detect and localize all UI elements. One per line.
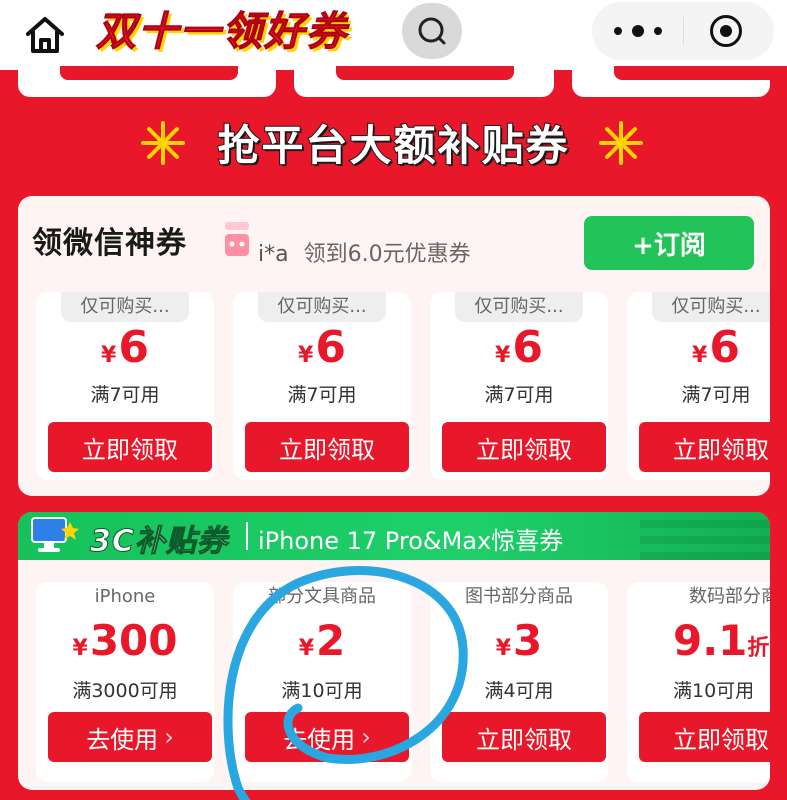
- coupon-condition: 满7可用: [90, 384, 160, 406]
- coupon-card: 仅可购买... ¥6 满7可用 立即领取: [36, 292, 214, 480]
- notice-prefix: 领到: [303, 242, 348, 267]
- avatar-icon: [225, 222, 249, 256]
- coupon-card: iPhone ¥300 满3000可用 去使用 ›: [36, 582, 214, 782]
- use-button[interactable]: 去使用 ›: [245, 712, 409, 762]
- banner-divider: [246, 522, 248, 550]
- amount-value: 9.1: [673, 616, 748, 665]
- coupon-amount: ¥2: [233, 616, 411, 665]
- amount-value: 6: [118, 322, 149, 373]
- subscribe-button[interactable]: +订阅: [584, 216, 754, 270]
- coupon-scope-tag: 仅可购买...: [455, 292, 583, 322]
- more-icon[interactable]: [614, 23, 662, 39]
- coupon-card: 图书部分商品 ¥3 满4可用 立即领取: [430, 582, 608, 782]
- use-button-label: 去使用: [283, 725, 356, 754]
- claim-button[interactable]: 立即领取: [442, 422, 606, 472]
- chevron-right-icon: ›: [361, 723, 371, 751]
- sparkle-icon: [599, 121, 643, 165]
- currency-symbol: ¥: [298, 343, 314, 368]
- target-icon[interactable]: [710, 15, 742, 47]
- banner-decoration: [640, 512, 770, 560]
- coupon-scope-tag: 部分文具商品: [268, 586, 376, 607]
- capsule-divider: [683, 17, 684, 45]
- claim-button[interactable]: 立即领取: [245, 422, 409, 472]
- chevron-right-icon: ›: [164, 723, 174, 751]
- coupon-scope-tag: 图书部分商品: [465, 586, 573, 607]
- coupon-amount: 9.1折: [627, 616, 770, 665]
- notice-amount: 6.0: [347, 242, 383, 267]
- claim-button[interactable]: 立即领取: [639, 712, 770, 762]
- amount-value: 6: [512, 322, 543, 373]
- amount-value: 6: [315, 322, 346, 373]
- amount-value: 300: [89, 616, 178, 665]
- subsidy-banner: 3C补贴券 iPhone 17 Pro&Max惊喜券: [18, 512, 770, 560]
- page-title: 双十一领好券: [96, 9, 348, 56]
- currency-symbol: ¥: [495, 343, 511, 368]
- search-icon: [418, 17, 446, 45]
- claim-button[interactable]: 立即领取: [48, 422, 212, 472]
- coupon-condition: 满3000可用: [72, 680, 178, 702]
- wechat-coupon-panel: 领微信神券 i*a 领到6.0元优惠券 +订阅 仅可购买... ¥6 满7可用 …: [18, 196, 770, 496]
- use-button-label: 去使用: [86, 725, 159, 754]
- amount-value: 6: [709, 322, 740, 373]
- claim-button[interactable]: 立即领取: [639, 422, 770, 472]
- currency-symbol: ¥: [495, 636, 512, 661]
- user-name: i*a: [258, 242, 289, 267]
- monitor-icon: [31, 517, 79, 552]
- section-title: 抢平台大额补贴券: [216, 120, 570, 171]
- 3c-subsidy-panel: 3C补贴券 iPhone 17 Pro&Max惊喜券 iPhone ¥300 满…: [18, 512, 770, 790]
- coupon-scope-tag: 仅可购买...: [258, 292, 386, 322]
- currency-symbol: ¥: [298, 636, 315, 661]
- coupon-card: 数码部分商 9.1折 满10可用 立即领取: [627, 582, 770, 782]
- banner-title: 3C补贴券: [90, 524, 228, 560]
- claim-button[interactable]: 立即领取: [442, 712, 606, 762]
- coupon-card: 仅可购买... ¥6 满7可用 立即领取: [430, 292, 608, 480]
- coupon-condition: 满7可用: [287, 384, 357, 406]
- banner-subtitle: iPhone 17 Pro&Max惊喜券: [258, 527, 564, 555]
- coupon-amount: ¥300: [36, 616, 214, 665]
- previous-coupon-card: [572, 66, 787, 97]
- coupon-condition: 满10可用: [673, 680, 755, 702]
- search-button[interactable]: [402, 3, 462, 59]
- coupon-condition: 满10可用: [281, 680, 363, 702]
- coupon-condition: 满7可用: [484, 384, 554, 406]
- panel-title: 领微信神券: [32, 226, 187, 261]
- notice-suffix: 元优惠券: [382, 242, 471, 267]
- mini-program-capsule: [592, 2, 774, 60]
- previous-coupon-card: [294, 66, 554, 97]
- coupon-amount: ¥6: [36, 322, 214, 373]
- coupon-amount: ¥6: [430, 322, 608, 373]
- coupon-amount: ¥6: [627, 322, 770, 373]
- home-icon[interactable]: [22, 12, 68, 58]
- coupon-scope-tag: 数码部分商: [689, 586, 770, 607]
- coupon-amount: ¥3: [430, 616, 608, 665]
- discount-unit: 折: [747, 636, 770, 661]
- coupon-condition: 满4可用: [484, 680, 554, 702]
- amount-value: 2: [316, 616, 346, 665]
- coupon-condition: 满7可用: [681, 384, 751, 406]
- currency-symbol: ¥: [692, 343, 708, 368]
- currency-symbol: ¥: [101, 343, 117, 368]
- coupon-scope-tag: iPhone: [94, 586, 156, 607]
- coupon-scope-tag: 仅可购买...: [61, 292, 189, 322]
- coupon-card: 仅可购买... ¥6 满7可用 立即领取: [233, 292, 411, 480]
- coupon-amount: ¥6: [233, 322, 411, 373]
- claim-notice: i*a 领到6.0元优惠券: [258, 236, 471, 268]
- use-button[interactable]: 去使用 ›: [48, 712, 212, 762]
- currency-symbol: ¥: [72, 636, 88, 661]
- coupon-card: 仅可购买... ¥6 满7可用 立即领取: [627, 292, 770, 480]
- top-bar: 双十一领好券: [0, 0, 787, 70]
- amount-value: 3: [513, 616, 543, 665]
- coupon-scope-tag: 仅可购买...: [652, 292, 770, 322]
- previous-coupon-card: [18, 66, 276, 97]
- coupon-card: 部分文具商品 ¥2 满10可用 去使用 ›: [233, 582, 411, 782]
